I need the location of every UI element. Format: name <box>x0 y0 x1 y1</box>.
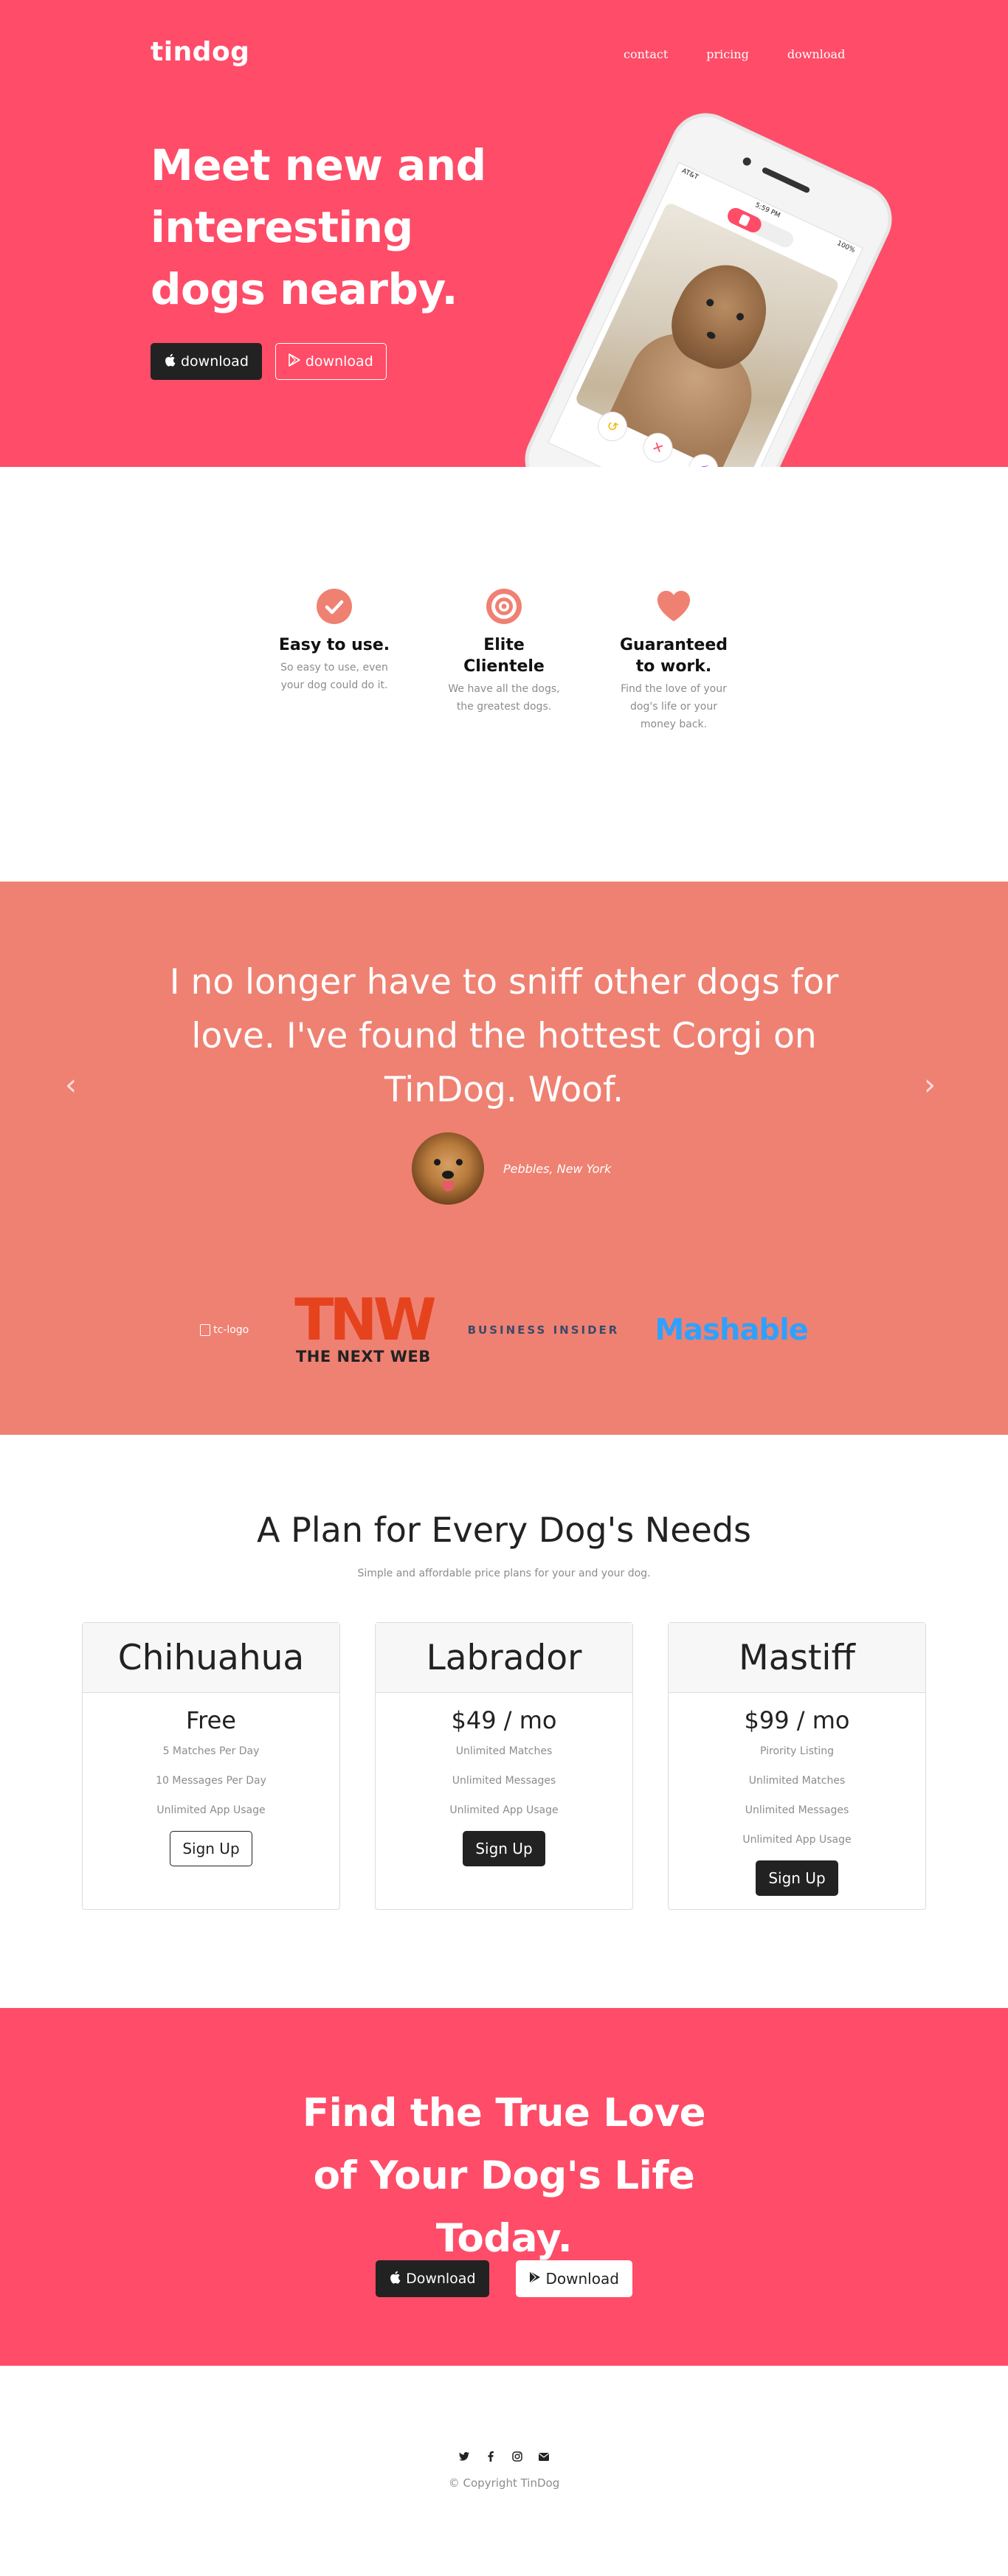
plan-feature: Unlimited Messages <box>745 1804 849 1816</box>
features-section: Easy to use. So easy to use, even your d… <box>0 467 1008 882</box>
top-nav: contact pricing download <box>624 47 883 61</box>
heart-icon <box>656 589 691 624</box>
plan-feature: Pirority Listing <box>759 1745 835 1757</box>
check-circle-icon <box>317 589 352 624</box>
press-logos: tc-logo TNW THE NEXT WEB BUSINESS INSIDE… <box>0 1287 1008 1365</box>
feature-title: Guaranteed to work. <box>619 636 728 676</box>
phone-camera <box>741 156 753 167</box>
feature-elite-clientele: Elite Clientele We have all the dogs, th… <box>445 589 563 733</box>
sign-up-button[interactable]: Sign Up <box>170 1831 252 1866</box>
nav-link-download[interactable]: download <box>787 47 845 61</box>
avatar <box>412 1132 484 1205</box>
techcrunch-logo: tc-logo <box>200 1322 259 1338</box>
author-name: Pebbles, New York <box>503 1161 612 1176</box>
testimonial-quote: I no longer have to sniff other dogs for… <box>169 962 839 1110</box>
feature-text: So easy to use, even your dog could do i… <box>280 662 388 691</box>
plan-name: Mastiff <box>669 1623 925 1693</box>
apple-download-label: Download <box>406 2271 476 2287</box>
play-store-icon <box>529 2270 541 2288</box>
google-play-download-button[interactable]: Download <box>515 2260 632 2297</box>
apple-download-label: download <box>181 353 249 370</box>
plan-name: Chihuahua <box>83 1623 339 1693</box>
feature-text: We have all the dogs, the greatest dogs. <box>448 683 560 713</box>
phone-screen: AT&T 5:59 PM 100% ↺ ✕ ⚡ <box>548 162 864 467</box>
carousel-next-button[interactable]: › <box>924 1068 936 1102</box>
copyright-text: © Copyright TinDog <box>448 2476 560 2490</box>
feature-title: Elite Clientele <box>463 636 545 676</box>
tnw-logo: TNW THE NEXT WEB <box>294 1287 437 1365</box>
plan-feature: Unlimited Matches <box>455 1745 553 1757</box>
pricing-card-labrador: Labrador $49 / mo Unlimited Matches Unli… <box>375 1622 633 1910</box>
business-insider-logo: BUSINESS INSIDER <box>467 1323 620 1337</box>
plan-price: Free <box>186 1706 236 1734</box>
plan-name: Labrador <box>376 1623 632 1693</box>
apple-download-button[interactable]: Download <box>376 2260 489 2297</box>
tnw-logo-mark: TNW <box>294 1287 437 1354</box>
footer: © Copyright TinDog <box>0 2366 1008 2576</box>
techcrunch-alt-text: tc-logo <box>213 1324 249 1336</box>
phone-mockup: AT&T 5:59 PM 100% ↺ ✕ ⚡ <box>514 102 903 467</box>
pricing-section: A Plan for Every Dog's Needs Simple and … <box>0 1435 1008 2008</box>
apple-icon <box>164 353 176 370</box>
plan-feature: Unlimited App Usage <box>742 1834 852 1846</box>
plan-features: Pirority Listing Unlimited Matches Unlim… <box>669 1737 925 1855</box>
phone-battery: 100% <box>835 240 857 255</box>
plan-feature: 10 Messages Per Day <box>156 1775 266 1787</box>
pricing-card-mastiff: Mastiff $99 / mo Pirority Listing Unlimi… <box>668 1622 926 1910</box>
twitter-icon[interactable] <box>459 2451 469 2462</box>
google-play-download-label: download <box>305 353 373 370</box>
hero-heading: Meet new and interesting dogs nearby. <box>151 140 486 314</box>
google-play-download-label: Download <box>545 2270 619 2288</box>
plan-feature: Unlimited App Usage <box>449 1804 559 1816</box>
sign-up-button[interactable]: Sign Up <box>756 1860 838 1896</box>
cta-download-buttons: Download Download <box>0 2260 1008 2297</box>
feature-easy-to-use: Easy to use. So easy to use, even your d… <box>275 589 393 733</box>
plan-feature: Unlimited Messages <box>452 1775 556 1787</box>
nav-link-contact[interactable]: contact <box>624 47 668 61</box>
play-store-icon <box>289 353 300 370</box>
plan-feature: Unlimited Matches <box>748 1775 846 1787</box>
testimonial-author: Pebbles, New York <box>412 1132 611 1205</box>
feature-title: Easy to use. <box>278 636 390 654</box>
pricing-title: A Plan for Every Dog's Needs <box>257 1510 751 1550</box>
mashable-logo: Mashable <box>655 1313 809 1347</box>
bullseye-icon <box>486 589 522 624</box>
hero-section: tindog contact pricing download Meet new… <box>0 0 1008 467</box>
google-play-download-button[interactable]: download <box>275 343 387 380</box>
facebook-icon[interactable] <box>486 2451 496 2462</box>
pricing-subtitle: Simple and affordable price plans for yo… <box>357 1568 651 1579</box>
feature-text: Find the love of your dog's life or your… <box>621 683 727 730</box>
cta-section: Find the True Love of Your Dog's Life To… <box>0 2008 1008 2366</box>
plan-features: Unlimited Matches Unlimited Messages Unl… <box>376 1737 632 1825</box>
phone-carrier: AT&T <box>680 167 700 181</box>
plan-features: 5 Matches Per Day 10 Messages Per Day Un… <box>83 1737 339 1825</box>
plan-price: $99 / mo <box>744 1706 850 1734</box>
apple-icon <box>389 2271 401 2288</box>
cta-heading: Find the True Love of Your Dog's Life To… <box>302 2091 706 2261</box>
apple-download-button[interactable]: download <box>151 343 262 380</box>
plan-feature: Unlimited App Usage <box>156 1804 266 1816</box>
testimonial-section: ‹ I no longer have to sniff other dogs f… <box>0 882 1008 1435</box>
plan-feature: 5 Matches Per Day <box>162 1745 260 1757</box>
pricing-cards: Chihuahua Free 5 Matches Per Day 10 Mess… <box>82 1622 926 1910</box>
sign-up-button[interactable]: Sign Up <box>463 1831 545 1866</box>
instagram-icon[interactable] <box>512 2451 522 2462</box>
nav-link-pricing[interactable]: pricing <box>706 47 749 61</box>
hero-download-buttons: download download <box>151 343 387 380</box>
envelope-icon[interactable] <box>539 2451 549 2462</box>
carousel-prev-button[interactable]: ‹ <box>65 1068 77 1102</box>
phone-speaker <box>761 166 811 194</box>
social-links <box>0 2451 1008 2462</box>
feature-guaranteed: Guaranteed to work. Find the love of you… <box>615 589 733 733</box>
plan-price: $49 / mo <box>451 1706 557 1734</box>
tnw-logo-wordmark: THE NEXT WEB <box>295 1348 431 1365</box>
pricing-card-chihuahua: Chihuahua Free 5 Matches Per Day 10 Mess… <box>82 1622 340 1910</box>
brand-logo[interactable]: tindog <box>151 37 249 67</box>
broken-image-icon <box>200 1324 211 1336</box>
